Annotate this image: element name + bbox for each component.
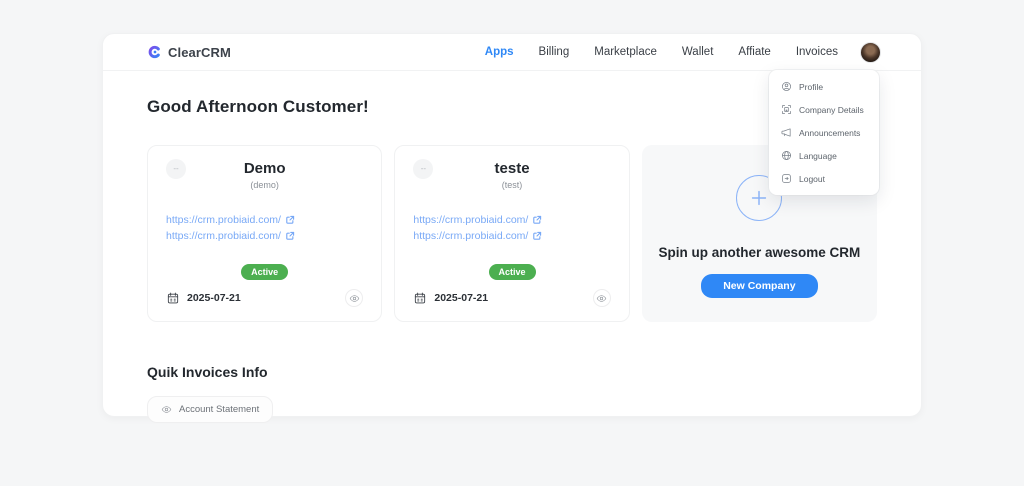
invoices-section: Quik Invoices Info Account Statement	[147, 364, 877, 423]
calendar-icon	[166, 291, 180, 305]
crm-link-text: https://crm.probiaid.com/	[413, 230, 529, 242]
date-wrap: 2025-07-21	[166, 291, 241, 305]
plus-icon	[748, 187, 770, 209]
eye-icon	[349, 293, 360, 304]
brand-logo[interactable]: ClearCRM	[147, 44, 231, 60]
nav-item-apps[interactable]: Apps	[485, 46, 514, 58]
profile-icon	[781, 81, 792, 92]
external-link-icon	[285, 231, 295, 241]
company-subtitle: (test)	[501, 180, 523, 190]
nav-item-billing[interactable]: Billing	[539, 46, 570, 58]
company-head: teste (test)	[413, 160, 610, 190]
company-links: https://crm.probiaid.com/ https://crm.pr…	[413, 214, 610, 242]
account-statement-button[interactable]: Account Statement	[147, 396, 274, 423]
menu-item-language[interactable]: Language	[769, 144, 879, 167]
external-link-icon	[532, 215, 542, 225]
new-company-button[interactable]: New Company	[701, 274, 818, 298]
clearcrm-logo-icon	[147, 44, 163, 60]
app-container: ClearCRM Apps Billing Marketplace Wallet…	[102, 33, 922, 423]
company-links: https://crm.probiaid.com/ https://crm.pr…	[166, 214, 363, 242]
nav-item-invoices[interactable]: Invoices	[796, 46, 838, 58]
status-row: Active	[413, 264, 610, 280]
view-company-button[interactable]	[345, 289, 364, 307]
created-date: 2025-07-21	[187, 292, 241, 304]
view-company-button[interactable]	[592, 289, 611, 307]
company-name: Demo	[243, 160, 286, 177]
company-card-demo: -- Demo (demo) https://crm.probiaid.com/…	[147, 145, 383, 322]
spinup-title: Spin up another awesome CRM	[658, 245, 861, 260]
crm-link[interactable]: https://crm.probiaid.com/	[413, 230, 542, 242]
brand-name: ClearCRM	[168, 44, 231, 60]
main-nav: Apps Billing Marketplace Wallet Affiate …	[485, 46, 838, 58]
company-subtitle: (demo)	[250, 180, 279, 190]
eye-icon	[596, 293, 607, 304]
menu-item-label: Company Details	[799, 104, 864, 115]
crm-link[interactable]: https://crm.probiaid.com/	[166, 214, 295, 226]
top-navigation-bar: ClearCRM Apps Billing Marketplace Wallet…	[103, 34, 921, 71]
created-date: 2025-07-21	[434, 292, 489, 304]
invoices-title: Quik Invoices Info	[147, 364, 268, 380]
date-wrap: 2025-07-21	[413, 291, 488, 305]
logout-icon	[781, 173, 792, 184]
card-footer: 2025-07-21	[166, 289, 364, 307]
nav-item-affiate[interactable]: Affiate	[738, 46, 770, 58]
page-background: { "header": { "brand": "ClearCRM", "nav"…	[0, 33, 1024, 486]
greeting-heading: Good Afternoon Customer!	[147, 97, 369, 116]
external-link-icon	[532, 231, 542, 241]
user-dropdown-menu: Profile Company Details Announcements La…	[769, 70, 879, 195]
company-name: teste	[494, 160, 530, 177]
crm-link[interactable]: https://crm.probiaid.com/	[413, 214, 542, 226]
company-cards-row: -- Demo (demo) https://crm.probiaid.com/…	[147, 145, 877, 322]
company-card-teste: -- teste (test) https://crm.probiaid.com…	[394, 145, 630, 322]
company-head: Demo (demo)	[166, 160, 363, 190]
menu-item-announcements[interactable]: Announcements	[769, 121, 879, 144]
status-badge: Active	[488, 264, 536, 280]
status-badge: Active	[241, 264, 289, 280]
language-icon	[781, 150, 792, 161]
crm-link-text: https://crm.probiaid.com/	[166, 230, 281, 242]
menu-item-label: Language	[799, 150, 837, 161]
menu-item-profile[interactable]: Profile	[769, 75, 879, 98]
menu-item-label: Logout	[799, 173, 825, 184]
calendar-icon	[413, 291, 427, 305]
menu-item-label: Announcements	[799, 127, 861, 138]
account-statement-label: Account Statement	[179, 404, 260, 415]
external-link-icon	[285, 215, 295, 225]
nav-item-marketplace[interactable]: Marketplace	[594, 46, 657, 58]
crm-link-text: https://crm.probiaid.com/	[166, 214, 281, 226]
nav-item-wallet[interactable]: Wallet	[682, 46, 714, 58]
card-footer: 2025-07-21	[413, 289, 611, 307]
menu-item-label: Profile	[799, 81, 824, 92]
crm-link-text: https://crm.probiaid.com/	[413, 214, 529, 226]
announcements-icon	[781, 127, 792, 138]
company-details-icon	[781, 104, 792, 115]
user-avatar[interactable]	[860, 41, 881, 63]
company-logo-placeholder[interactable]: --	[166, 159, 186, 179]
eye-icon	[161, 404, 172, 415]
menu-item-logout[interactable]: Logout	[769, 167, 879, 190]
status-row: Active	[166, 264, 363, 280]
crm-link[interactable]: https://crm.probiaid.com/	[166, 230, 295, 242]
menu-item-company-details[interactable]: Company Details	[769, 98, 879, 121]
